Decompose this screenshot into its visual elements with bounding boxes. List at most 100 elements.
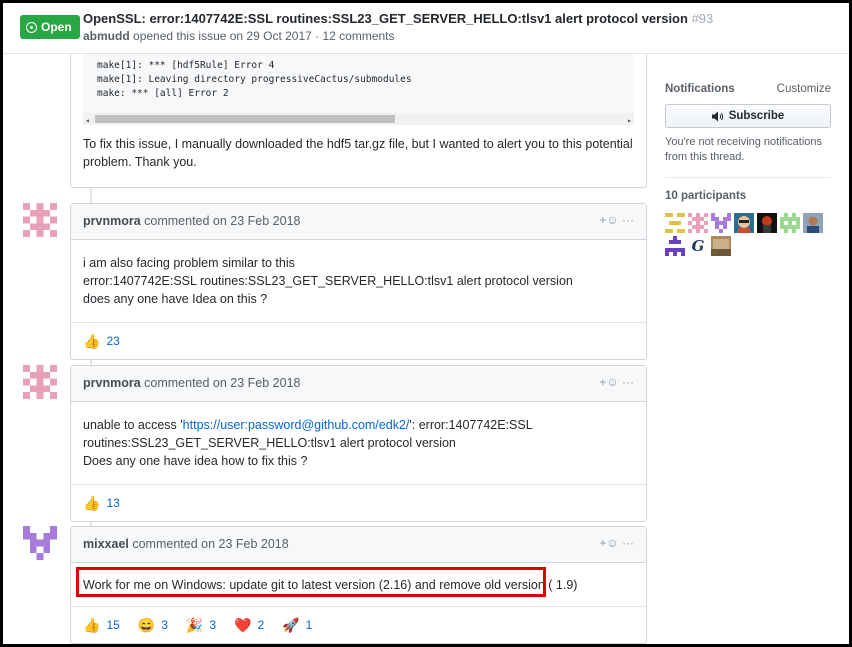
avatar-prvnmora[interactable]	[23, 365, 57, 399]
speaker-icon	[711, 111, 723, 121]
reactions-bar: 👍 13	[71, 484, 646, 521]
code-line: make: *** [all] Error 2	[97, 88, 229, 99]
hooray-icon: 🎉	[185, 616, 204, 633]
comment-box: prvnmora commented on 23 Feb 2018 +☺ ···…	[70, 365, 647, 522]
comment-text-line: error:1407742E:SSL routines:SSL23_GET_SE…	[83, 274, 573, 288]
comment-body: unable to access 'https://user:password@…	[71, 402, 646, 484]
screenshot-frame: Open OpenSSL: error:1407742E:SSL routine…	[0, 0, 852, 647]
comment-author-line: prvnmora commented on 23 Feb 2018	[83, 376, 301, 390]
heart-icon: ❤️	[234, 616, 252, 633]
issue-meta: abmudd opened this issue on 29 Oct 2017 …	[83, 29, 395, 43]
code-line: make[1]: Leaving directory progressiveCa…	[97, 74, 412, 85]
participant-avatar[interactable]	[665, 213, 685, 233]
comment-box: prvnmora commented on 23 Feb 2018 +☺ ···…	[70, 203, 647, 360]
code-line: make[1]: *** [hdf5Rule] Error 4	[97, 60, 275, 71]
comment-author-link[interactable]: mixxael	[83, 537, 129, 551]
code-lines: make[1]: *** [hdf5Rule] Error 4 make[1]: …	[97, 59, 412, 101]
horizontal-scrollbar[interactable]: ◂ ▸	[83, 113, 634, 125]
issue-state-badge: Open	[20, 15, 80, 39]
thumbs-up-icon: 👍	[83, 494, 101, 511]
comment-text-line: problem. Thank you.	[83, 155, 197, 169]
comment-author-link[interactable]: prvnmora	[83, 214, 141, 228]
comment-text: ': error:1407742E:SSL	[409, 418, 533, 432]
comment-text-line: i am also facing problem similar to this	[83, 256, 295, 270]
participant-avatar[interactable]	[780, 213, 800, 233]
issue-sidebar: Notifications Customize Subscribe You're…	[665, 53, 831, 256]
participant-avatar[interactable]	[711, 213, 731, 233]
comment-author-link[interactable]: prvnmora	[83, 376, 141, 390]
comment-actions[interactable]: +☺ ···	[599, 375, 634, 389]
issue-title: OpenSSL: error:1407742E:SSL routines:SSL…	[83, 11, 713, 26]
reaction-count: 3	[161, 618, 168, 632]
reaction-thumbs-up[interactable]: 👍 15	[83, 617, 120, 634]
participant-avatar[interactable]	[711, 236, 731, 256]
comment-body: i am also facing problem similar to this…	[71, 240, 646, 322]
notifications-heading-row: Notifications Customize	[665, 53, 831, 95]
participant-avatar[interactable]	[803, 213, 823, 233]
reaction-thumbs-up[interactable]: 👍 23	[83, 333, 120, 350]
subscribe-label: Subscribe	[728, 110, 785, 122]
comment-timestamp[interactable]: commented on 23 Feb 2018	[144, 214, 300, 228]
participant-avatar[interactable]	[757, 213, 777, 233]
comment-text-line: To fix this issue, I manually downloaded…	[83, 137, 633, 151]
reaction-count: 15	[106, 618, 120, 632]
issue-number: #93	[691, 11, 714, 26]
comment-header: prvnmora commented on 23 Feb 2018 +☺ ···	[71, 366, 646, 402]
comment-text-line: unable to access 'https://user:password@…	[83, 416, 634, 434]
participant-avatar[interactable]	[734, 213, 754, 233]
reaction-laugh[interactable]: 😄 3	[138, 617, 168, 634]
reaction-count: 2	[257, 618, 265, 632]
avatar-mixxael[interactable]	[23, 526, 57, 560]
highlight-annotation-box	[76, 567, 546, 597]
comment-text-line: Does any one have idea how to fix this ?	[83, 454, 308, 468]
reactions-bar: 👍 23	[71, 322, 646, 359]
issue-state-label: Open	[41, 20, 72, 34]
comment-author-line: prvnmora commented on 23 Feb 2018	[83, 214, 301, 228]
reaction-count: 13	[106, 496, 120, 510]
avatar-prvnmora[interactable]	[23, 203, 57, 237]
scrollbar-thumb[interactable]	[95, 115, 395, 123]
comment-actions[interactable]: +☺ ···	[599, 213, 634, 227]
comment-link[interactable]: https://user:password@github.com/edk2/	[183, 418, 410, 432]
svg-text:G: G	[692, 237, 705, 255]
thumbs-up-icon: 👍	[83, 332, 101, 349]
notifications-section: Notifications Customize Subscribe You're…	[665, 53, 831, 178]
participant-avatar[interactable]	[665, 236, 685, 256]
comment-text-line: routines:SSL23_GET_SERVER_HELLO:tlsv1 al…	[83, 436, 456, 450]
issue-author-link[interactable]: abmudd	[83, 29, 130, 43]
notifications-note: You're not receiving notifications from …	[665, 136, 823, 163]
reaction-count: 3	[209, 618, 217, 632]
customize-link[interactable]: Customize	[777, 83, 831, 95]
reaction-rocket[interactable]: 🚀 1	[282, 617, 312, 634]
comment-text-line: does any one have Idea on this ?	[83, 292, 268, 306]
issue-header: Open OpenSSL: error:1407742E:SSL routine…	[3, 3, 849, 54]
comment-author-line: mixxael commented on 23 Feb 2018	[83, 537, 289, 551]
laugh-icon: 😄	[137, 616, 156, 633]
rocket-icon: 🚀	[282, 616, 300, 633]
scroll-left-arrow-icon[interactable]: ◂	[85, 114, 90, 128]
participant-avatar[interactable]: G	[688, 236, 708, 256]
reaction-count: 23	[106, 334, 120, 348]
comment-timestamp[interactable]: commented on 23 Feb 2018	[144, 376, 300, 390]
comment-box-original: make[1]: *** [hdf5Rule] Error 4 make[1]: …	[70, 33, 647, 188]
participant-avatar[interactable]	[688, 213, 708, 233]
subscribe-button[interactable]: Subscribe	[665, 104, 831, 128]
notifications-title: Notifications	[665, 83, 735, 95]
participants-title: 10 participants	[665, 190, 747, 202]
reaction-hooray[interactable]: 🎉 3	[186, 617, 216, 634]
code-block: make[1]: *** [hdf5Rule] Error 4 make[1]: …	[83, 53, 634, 125]
issue-title-text: OpenSSL: error:1407742E:SSL routines:SSL…	[83, 11, 688, 26]
reaction-count: 1	[305, 618, 313, 632]
thumbs-up-icon: 👍	[83, 616, 101, 633]
comment-header: mixxael commented on 23 Feb 2018 +☺ ···	[71, 527, 646, 563]
participants-section: 10 participants G	[665, 178, 831, 256]
comment-body: To fix this issue, I manually downloaded…	[71, 125, 646, 185]
reactions-bar: 👍 15 😄 3 🎉 3 ❤️ 2 🚀 1	[71, 606, 646, 643]
reaction-thumbs-up[interactable]: 👍 13	[83, 495, 120, 512]
reaction-heart[interactable]: ❤️ 2	[234, 617, 264, 634]
comment-text: unable to access '	[83, 418, 183, 432]
issue-opened-icon	[26, 21, 37, 33]
comment-timestamp[interactable]: commented on 23 Feb 2018	[132, 537, 288, 551]
comment-actions[interactable]: +☺ ···	[599, 536, 634, 550]
scroll-right-arrow-icon[interactable]: ▸	[627, 114, 632, 128]
